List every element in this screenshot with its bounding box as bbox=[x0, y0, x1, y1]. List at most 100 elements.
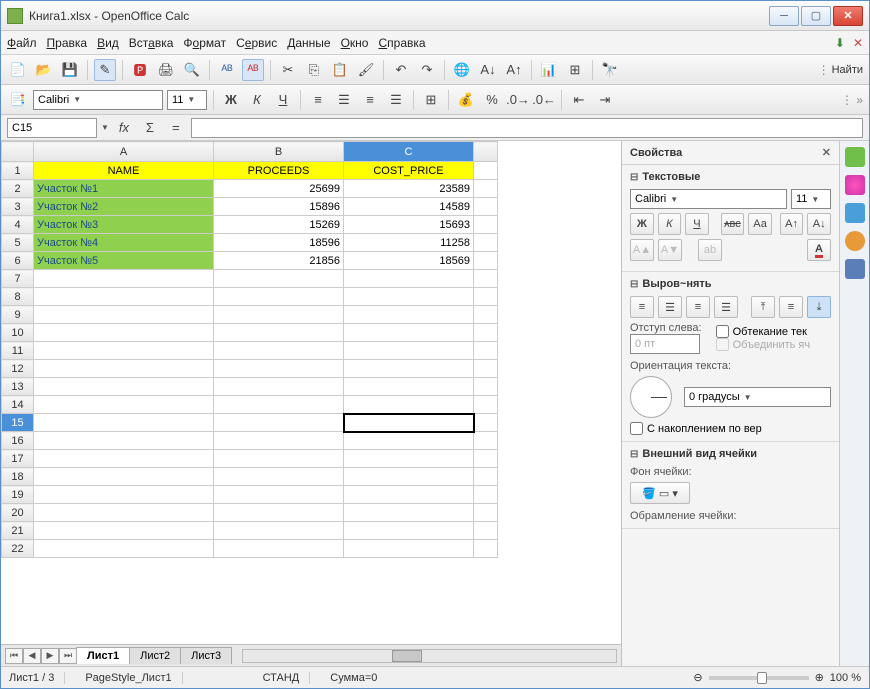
cell[interactable]: 15693 bbox=[344, 216, 474, 234]
spreadsheet-grid[interactable]: A B C 1 NAME PROCEEDS COST_PRICE 2 Участ… bbox=[1, 141, 498, 558]
orientation-dial[interactable] bbox=[630, 376, 672, 418]
indent-dec-icon[interactable]: ⇤ bbox=[568, 89, 590, 111]
cell[interactable]: 25699 bbox=[214, 180, 344, 198]
zoom-value[interactable]: 100 % bbox=[830, 672, 861, 684]
horizontal-scrollbar[interactable] bbox=[242, 649, 617, 663]
sheet-tab[interactable]: Лист2 bbox=[129, 647, 181, 664]
wrap-checkbox[interactable]: Обтекание тек bbox=[716, 325, 831, 338]
find-icon[interactable]: 🔭 bbox=[599, 59, 621, 81]
cell[interactable]: 18569 bbox=[344, 252, 474, 270]
row-header[interactable]: 16 bbox=[2, 432, 34, 450]
orientation-combo[interactable]: 0 градусы▼ bbox=[684, 387, 831, 407]
row-header[interactable]: 4 bbox=[2, 216, 34, 234]
cell[interactable]: NAME bbox=[34, 162, 214, 180]
edit-icon[interactable]: ✎ bbox=[94, 59, 116, 81]
row-header[interactable]: 14 bbox=[2, 396, 34, 414]
section-align[interactable]: Выров~нять bbox=[630, 278, 831, 290]
menu-edit[interactable]: Правка bbox=[47, 36, 88, 50]
tab-nav-first[interactable]: ⏮ bbox=[5, 648, 23, 664]
indent-inc-icon[interactable]: ⇥ bbox=[594, 89, 616, 111]
menu-help[interactable]: Справка bbox=[378, 36, 425, 50]
side-font-size[interactable]: 11▼ bbox=[791, 189, 831, 209]
deck-gallery-icon[interactable] bbox=[845, 203, 865, 223]
col-header[interactable]: B bbox=[214, 142, 344, 162]
align-justify-icon[interactable]: ☰ bbox=[385, 89, 407, 111]
side-strike-icon[interactable]: ᴀвс bbox=[721, 213, 745, 235]
preview-icon[interactable]: 🔍 bbox=[181, 59, 203, 81]
side-sub-icon[interactable]: A↓ bbox=[807, 213, 831, 235]
align-left-icon[interactable]: ≡ bbox=[307, 89, 329, 111]
cell[interactable]: 14589 bbox=[344, 198, 474, 216]
update-icon[interactable]: ⬇ bbox=[835, 36, 845, 50]
row-header[interactable]: 21 bbox=[2, 522, 34, 540]
cut-icon[interactable]: ✂ bbox=[277, 59, 299, 81]
menu-format[interactable]: Формат bbox=[183, 36, 226, 50]
zoom-slider[interactable] bbox=[709, 676, 809, 680]
col-header[interactable] bbox=[474, 142, 498, 162]
italic-icon[interactable]: К bbox=[246, 89, 268, 111]
menu-insert[interactable]: Вставка bbox=[129, 36, 174, 50]
menu-file[interactable]: Файл bbox=[7, 36, 37, 50]
cell[interactable]: Участок №3 bbox=[34, 216, 214, 234]
decimal-del-icon[interactable]: .0← bbox=[533, 89, 555, 111]
deck-properties-icon[interactable] bbox=[845, 147, 865, 167]
zoom-out-icon[interactable]: ⊖ bbox=[693, 671, 702, 684]
cell[interactable]: 18596 bbox=[214, 234, 344, 252]
equals-icon[interactable]: = bbox=[165, 117, 187, 139]
row-header[interactable]: 9 bbox=[2, 306, 34, 324]
deck-functions-icon[interactable] bbox=[845, 259, 865, 279]
cell[interactable]: 11258 bbox=[344, 234, 474, 252]
sheet-tab[interactable]: Лист1 bbox=[76, 647, 130, 664]
autospell-icon[interactable]: ᴬᴮ bbox=[242, 59, 264, 81]
currency-icon[interactable]: 💰 bbox=[455, 89, 477, 111]
menu-view[interactable]: Вид bbox=[97, 36, 119, 50]
pdf-icon[interactable]: 🅿 bbox=[129, 59, 151, 81]
sheet-tab[interactable]: Лист3 bbox=[180, 647, 232, 664]
cell[interactable]: 21856 bbox=[214, 252, 344, 270]
bg-color-picker[interactable]: 🪣 ▭ ▾ bbox=[630, 482, 690, 504]
navigator-icon[interactable]: ⊞ bbox=[564, 59, 586, 81]
cell[interactable]: 15896 bbox=[214, 198, 344, 216]
redo-icon[interactable]: ↷ bbox=[416, 59, 438, 81]
spellcheck-icon[interactable]: ᴬᴮ bbox=[216, 59, 238, 81]
valign-bottom-icon[interactable]: ⤓ bbox=[807, 296, 831, 318]
cell[interactable]: Участок №5 bbox=[34, 252, 214, 270]
open-icon[interactable]: 📂 bbox=[33, 59, 55, 81]
side-highlight-icon[interactable]: ab bbox=[698, 239, 722, 261]
bold-icon[interactable]: Ж bbox=[220, 89, 242, 111]
align-left-icon[interactable]: ≡ bbox=[630, 296, 654, 318]
zoom-in-icon[interactable]: ⊕ bbox=[815, 671, 824, 684]
col-header[interactable]: C bbox=[344, 142, 474, 162]
align-right-icon[interactable]: ≡ bbox=[686, 296, 710, 318]
link-icon[interactable]: 🌐 bbox=[451, 59, 473, 81]
side-fontcolor-icon[interactable]: А bbox=[807, 239, 831, 261]
side-font-family[interactable]: Calibri▼ bbox=[630, 189, 787, 209]
underline-icon[interactable]: Ч bbox=[272, 89, 294, 111]
maximize-button[interactable]: ▢ bbox=[801, 6, 831, 26]
copy-icon[interactable]: ⎘ bbox=[303, 59, 325, 81]
row-header[interactable]: 17 bbox=[2, 450, 34, 468]
row-header[interactable]: 20 bbox=[2, 504, 34, 522]
sort-desc-icon[interactable]: A↑ bbox=[503, 59, 525, 81]
menu-close-icon[interactable]: ✕ bbox=[853, 36, 863, 50]
select-all-corner[interactable] bbox=[2, 142, 34, 162]
save-icon[interactable]: 💾 bbox=[59, 59, 81, 81]
tab-nav-last[interactable]: ⏭ bbox=[59, 648, 77, 664]
cell[interactable]: 23589 bbox=[344, 180, 474, 198]
row-header[interactable]: 22 bbox=[2, 540, 34, 558]
font-size-combo[interactable]: 11▼ bbox=[167, 90, 207, 110]
function-wizard-icon[interactable]: fx bbox=[113, 117, 135, 139]
cell[interactable]: Участок №4 bbox=[34, 234, 214, 252]
undo-icon[interactable]: ↶ bbox=[390, 59, 412, 81]
sum-icon[interactable]: Σ bbox=[139, 117, 161, 139]
decimal-add-icon[interactable]: .0→ bbox=[507, 89, 529, 111]
menu-window[interactable]: Окно bbox=[341, 36, 369, 50]
align-center-icon[interactable]: ☰ bbox=[658, 296, 682, 318]
section-cell[interactable]: Внешний вид ячейки bbox=[630, 448, 831, 460]
row-header[interactable]: 11 bbox=[2, 342, 34, 360]
section-text[interactable]: Текстовые bbox=[630, 171, 831, 183]
new-icon[interactable]: 📄 bbox=[7, 59, 29, 81]
deck-styles-icon[interactable] bbox=[845, 175, 865, 195]
print-icon[interactable]: 🖨 bbox=[155, 59, 177, 81]
formula-input[interactable] bbox=[191, 118, 863, 138]
